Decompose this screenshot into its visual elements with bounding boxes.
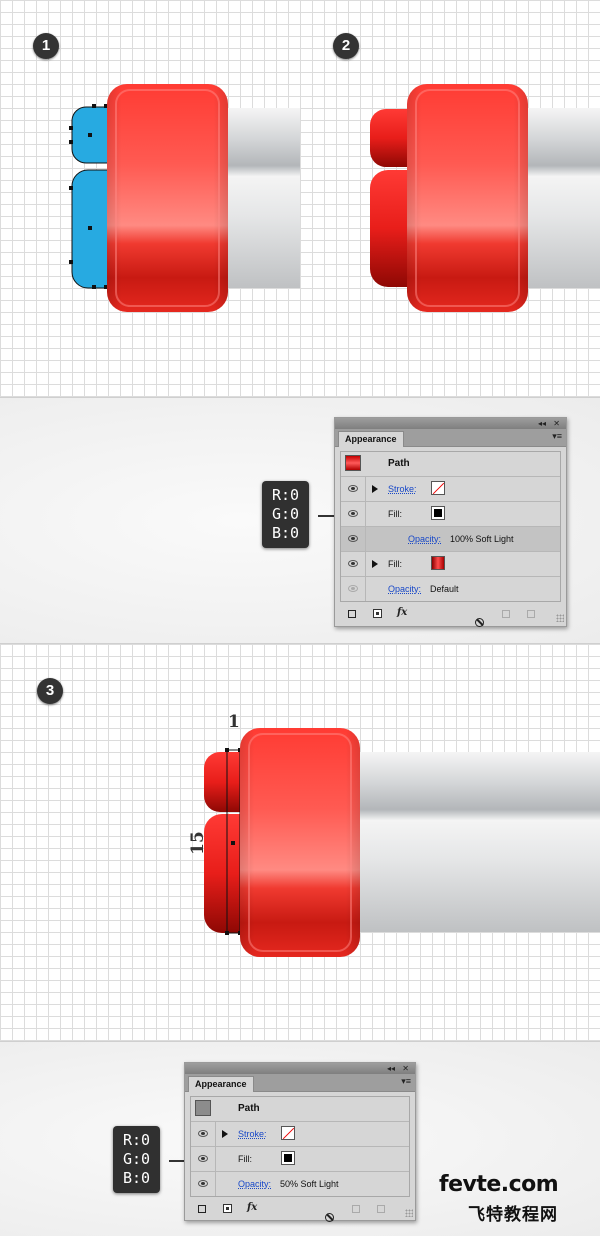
row-fill-2[interactable]: Fill:: [341, 552, 560, 577]
panel-menu-icon[interactable]: ▾≡: [401, 1076, 411, 1087]
eye-icon: [348, 485, 358, 492]
row-fill[interactable]: Fill:: [191, 1147, 409, 1172]
close-icon[interactable]: ✕: [402, 1063, 409, 1074]
tab-appearance[interactable]: Appearance: [188, 1076, 254, 1092]
panel-titlebar: ◂◂ ✕: [335, 418, 566, 429]
fill-label: Fill:: [388, 559, 402, 569]
eye-icon: [348, 535, 358, 542]
trash-icon[interactable]: [377, 1205, 385, 1213]
fx-icon[interactable]: fx: [247, 1202, 257, 1214]
row-stroke[interactable]: Stroke:: [341, 477, 560, 502]
appearance-list: Path Stroke: Fill: Opacity: 50% Soft Lig…: [190, 1096, 410, 1197]
height-dimension-label: 15: [187, 831, 208, 855]
clear-appearance-icon[interactable]: [325, 1213, 334, 1222]
row-stroke[interactable]: Stroke:: [191, 1122, 409, 1147]
fill-label: Fill:: [388, 509, 402, 519]
add-fill-icon[interactable]: [373, 609, 382, 618]
appearance-panel-2: ◂◂ ✕ Appearance ▾≡ Path Stroke: Fill: Op…: [184, 1062, 416, 1222]
rgb-g-value: G:0: [123, 1150, 151, 1168]
trash-icon[interactable]: [527, 610, 535, 618]
panel-tabbar: Appearance ▾≡: [335, 429, 566, 447]
stroke-link[interactable]: Stroke:: [388, 483, 417, 495]
collapse-icon[interactable]: ◂◂: [538, 418, 546, 429]
opacity-value: 100% Soft Light: [450, 534, 514, 544]
row-opacity[interactable]: Opacity: 100% Soft Light: [341, 527, 560, 552]
add-stroke-icon[interactable]: [348, 610, 356, 618]
resize-grip-icon[interactable]: [405, 1209, 413, 1217]
panel-menu-icon[interactable]: ▾≡: [552, 431, 562, 442]
rgb-b-value: B:0: [272, 524, 300, 542]
appearance-panel-1: ◂◂ ✕ Appearance ▾≡ Path Stroke: Fill: Op…: [334, 417, 567, 627]
appearance-list: Path Stroke: Fill: Opacity: 100% Soft Li…: [340, 451, 561, 602]
rgb-r-value: R:0: [123, 1131, 151, 1149]
path-thumbnail: [345, 455, 361, 471]
watermark-chinese: 飞特教程网: [468, 1205, 558, 1225]
panel-footer: fx: [335, 602, 566, 627]
add-stroke-icon[interactable]: [198, 1205, 206, 1213]
rgb-b-value: B:0: [123, 1169, 151, 1187]
collapse-icon[interactable]: ◂◂: [387, 1063, 395, 1074]
eye-icon: [348, 510, 358, 517]
opacity-value: 50% Soft Light: [280, 1179, 339, 1189]
eye-icon: [348, 560, 358, 567]
path-thumbnail: [195, 1100, 211, 1116]
eye-icon: [198, 1130, 208, 1137]
tab-appearance[interactable]: Appearance: [338, 431, 404, 447]
visibility-toggle[interactable]: [341, 527, 366, 551]
expand-triangle-icon[interactable]: [372, 485, 378, 493]
row-opacity[interactable]: Opacity: 50% Soft Light: [191, 1172, 409, 1196]
path-label: Path: [238, 1103, 260, 1114]
eye-icon: [198, 1155, 208, 1162]
row-path[interactable]: Path: [191, 1097, 409, 1122]
step2-illustration: [370, 84, 600, 312]
row-opacity-default[interactable]: Opacity: Default: [341, 577, 560, 601]
clear-appearance-icon[interactable]: [475, 618, 484, 627]
visibility-toggle[interactable]: [341, 502, 366, 526]
rgb-r-value: R:0: [272, 486, 300, 504]
stroke-swatch[interactable]: [431, 481, 445, 495]
row-path[interactable]: Path: [341, 452, 560, 477]
watermark-site: fevte.com: [439, 1172, 559, 1197]
visibility-toggle[interactable]: [341, 477, 366, 501]
opacity-link[interactable]: Opacity:: [388, 583, 421, 595]
stroke-link[interactable]: Stroke:: [238, 1128, 267, 1140]
fill-swatch-gradient[interactable]: [431, 556, 445, 570]
row-fill[interactable]: Fill:: [341, 502, 560, 527]
duplicate-icon[interactable]: [502, 610, 510, 618]
path-label: Path: [388, 458, 410, 469]
add-fill-icon[interactable]: [223, 1204, 232, 1213]
visibility-toggle[interactable]: [191, 1147, 216, 1171]
close-icon[interactable]: ✕: [553, 418, 560, 429]
panel-footer: fx: [185, 1197, 415, 1222]
duplicate-icon[interactable]: [352, 1205, 360, 1213]
fx-icon[interactable]: fx: [397, 607, 407, 619]
expand-triangle-icon[interactable]: [222, 1130, 228, 1138]
visibility-toggle[interactable]: [341, 552, 366, 576]
opacity-link[interactable]: Opacity:: [408, 533, 441, 545]
visibility-toggle[interactable]: [341, 577, 366, 601]
step1-illustration: [69, 84, 300, 312]
step3-illustration: [204, 728, 600, 957]
eye-icon: [348, 585, 358, 592]
resize-grip-icon[interactable]: [556, 614, 564, 622]
rgb-g-value: G:0: [272, 505, 300, 523]
rgb-callout-2: R:0 G:0 B:0: [113, 1126, 161, 1193]
fill-label: Fill:: [238, 1154, 252, 1164]
opacity-link[interactable]: Opacity:: [238, 1178, 271, 1190]
visibility-toggle[interactable]: [191, 1172, 216, 1196]
rgb-callout-1: R:0 G:0 B:0: [262, 481, 310, 548]
opacity-value: Default: [430, 584, 459, 594]
eye-icon: [198, 1180, 208, 1187]
visibility-toggle[interactable]: [191, 1122, 216, 1146]
panel-titlebar: ◂◂ ✕: [185, 1063, 415, 1074]
fill-swatch-black[interactable]: [431, 506, 445, 520]
fill-swatch-black[interactable]: [281, 1151, 295, 1165]
width-dimension-label: 1: [228, 712, 240, 732]
panel-tabbar: Appearance ▾≡: [185, 1074, 415, 1092]
expand-triangle-icon[interactable]: [372, 560, 378, 568]
stroke-swatch[interactable]: [281, 1126, 295, 1140]
